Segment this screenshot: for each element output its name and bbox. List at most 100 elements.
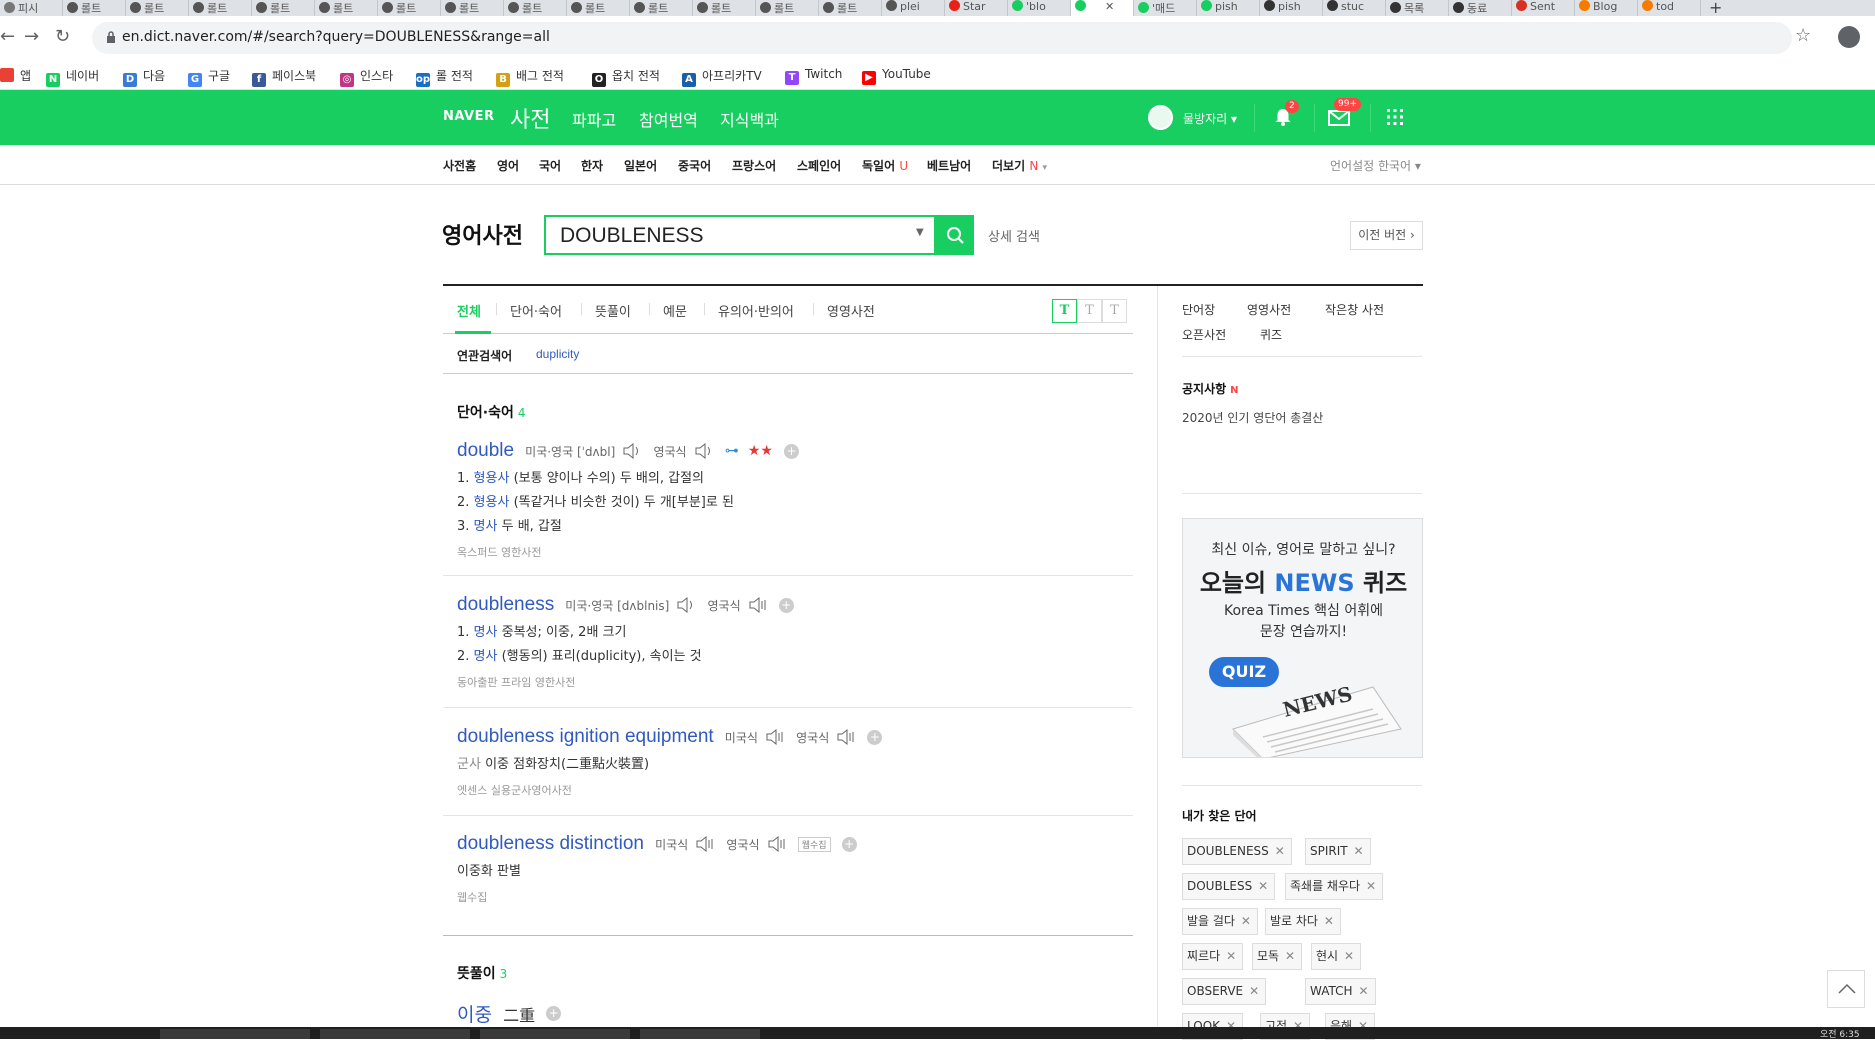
history-chip[interactable]: 찌르다 ✕: [1182, 943, 1244, 970]
browser-tab[interactable]: 롤트: [189, 0, 252, 16]
bookmark-star-icon[interactable]: ☆: [1795, 25, 1811, 46]
browser-tab[interactable]: plei: [882, 0, 945, 16]
remove-history-icon[interactable]: ✕: [1344, 944, 1354, 969]
history-chip[interactable]: DOUBLENESS ✕: [1182, 838, 1292, 865]
previous-version-button[interactable]: 이전 버전 ›: [1350, 221, 1423, 250]
nav-japanese[interactable]: 일본어: [624, 157, 657, 174]
history-chip[interactable]: SPIRIT ✕: [1305, 838, 1371, 865]
taskbar-app[interactable]: [480, 1029, 630, 1039]
browser-tab[interactable]: 피시: [0, 0, 63, 16]
speaker-icon[interactable]: [694, 443, 714, 459]
browser-tab[interactable]: stuc: [1323, 0, 1386, 16]
taskbar-app[interactable]: [160, 1029, 310, 1039]
bookmark-item[interactable]: N 네이버: [46, 67, 99, 87]
browser-tab[interactable]: ✕: [1071, 0, 1134, 16]
bookmark-item[interactable]: G 구글: [188, 67, 230, 87]
history-chip[interactable]: 족쇄를 채우다 ✕: [1285, 873, 1384, 900]
history-chip[interactable]: OBSERVE ✕: [1182, 978, 1267, 1005]
scroll-to-top-button[interactable]: [1827, 970, 1865, 1008]
bookmark-item[interactable]: ▶ YouTube: [862, 67, 931, 85]
browser-tab[interactable]: 'blo: [1008, 0, 1071, 16]
browser-tab[interactable]: 롤트: [252, 0, 315, 16]
language-setting[interactable]: 언어설정 한국어 ▾: [1330, 157, 1421, 174]
address-bar[interactable]: en.dict.naver.com/#/search?query=DOUBLEN…: [92, 22, 1792, 54]
taskbar-app[interactable]: [640, 1029, 760, 1039]
sidebar-link-open-dict[interactable]: 오픈사전: [1182, 326, 1226, 343]
nav-vietnamese[interactable]: 베트남어: [927, 157, 971, 174]
browser-tab[interactable]: '매드: [1134, 0, 1197, 16]
menu-knowledge[interactable]: 지식백과: [720, 107, 779, 131]
remove-history-icon[interactable]: ✕: [1324, 909, 1334, 934]
bookmark-item[interactable]: f 페이스북: [252, 67, 316, 87]
reload-icon[interactable]: ↻: [55, 26, 70, 47]
browser-tab[interactable]: 롤트: [63, 0, 126, 16]
browser-tab[interactable]: tod: [1638, 0, 1701, 16]
browser-tab[interactable]: Blog: [1575, 0, 1638, 16]
entry-source[interactable]: 엣센스 실용군사영어사전: [457, 782, 1133, 798]
bookmark-item[interactable]: D 다음: [123, 67, 165, 87]
speaker-icon[interactable]: [767, 836, 787, 852]
nav-more[interactable]: 더보기 N ▾: [992, 157, 1047, 174]
browser-tab[interactable]: Sent: [1512, 0, 1575, 16]
nav-german[interactable]: 독일어 U: [862, 157, 908, 174]
remove-history-icon[interactable]: ✕: [1241, 909, 1251, 934]
apps-grid-icon[interactable]: [1382, 104, 1408, 130]
sidebar-link-quiz[interactable]: 퀴즈: [1260, 326, 1282, 343]
profile-avatar[interactable]: [1838, 26, 1860, 48]
history-chip[interactable]: 현시 ✕: [1311, 943, 1362, 970]
speaker-icon[interactable]: [836, 729, 856, 745]
entry-word[interactable]: double: [457, 440, 514, 461]
sidebar-link-mini-dict[interactable]: 작은창 사전: [1325, 301, 1384, 318]
taskbar-app[interactable]: [320, 1029, 470, 1039]
browser-tab[interactable]: 롤트: [819, 0, 882, 16]
menu-translation[interactable]: 참여번역: [639, 107, 698, 131]
tab-example[interactable]: 예문: [663, 301, 687, 320]
related-keyword[interactable]: duplicity: [536, 347, 579, 361]
entry-source[interactable]: 옥스퍼드 영한사전: [457, 544, 1133, 560]
font-size-large-button[interactable]: T: [1102, 299, 1127, 323]
search-input[interactable]: [560, 223, 900, 249]
nav-french[interactable]: 프랑스어: [732, 157, 776, 174]
history-chip[interactable]: 모독 ✕: [1252, 943, 1303, 970]
nav-korean[interactable]: 국어: [539, 157, 561, 174]
browser-tab[interactable]: 동료: [1449, 0, 1512, 16]
speaker-icon[interactable]: [748, 597, 768, 613]
remove-history-icon[interactable]: ✕: [1249, 979, 1259, 1004]
speaker-icon[interactable]: [622, 443, 642, 459]
browser-tab[interactable]: pish: [1197, 0, 1260, 16]
browser-tab[interactable]: 롤트: [693, 0, 756, 16]
user-avatar[interactable]: [1148, 105, 1173, 130]
news-quiz-banner[interactable]: 최신 이슈, 영어로 말하고 싶니? 오늘의 NEWS 퀴즈 Korea Tim…: [1182, 518, 1423, 758]
chevron-down-icon[interactable]: ▼: [916, 227, 924, 238]
entry-word[interactable]: doubleness ignition equipment: [457, 726, 714, 747]
entry-word[interactable]: 이중: [457, 1005, 492, 1026]
notice-item[interactable]: 2020년 인기 영단어 총결산: [1182, 409, 1323, 426]
history-chip[interactable]: 발을 걸다 ✕: [1182, 908, 1258, 935]
nav-chinese[interactable]: 중국어: [678, 157, 711, 174]
history-chip[interactable]: 발로 차다 ✕: [1265, 908, 1341, 935]
browser-tab[interactable]: 롤트: [504, 0, 567, 16]
tab-en-en[interactable]: 영영사전: [827, 301, 875, 320]
entry-source[interactable]: 웹수집: [457, 889, 1133, 905]
user-name[interactable]: 물방자리 ▾: [1183, 110, 1237, 127]
browser-tab[interactable]: 롤트: [630, 0, 693, 16]
browser-tab[interactable]: 목록: [1386, 0, 1449, 16]
bookmark-item[interactable]: B 배그 전적: [496, 67, 564, 87]
detail-search-link[interactable]: 상세 검색: [988, 226, 1040, 245]
remove-history-icon[interactable]: ✕: [1258, 874, 1268, 899]
font-size-small-button[interactable]: T: [1052, 299, 1077, 323]
add-to-wordbook-icon[interactable]: +: [784, 443, 800, 459]
add-to-wordbook-icon[interactable]: +: [867, 729, 883, 745]
history-chip[interactable]: DOUBLESS ✕: [1182, 873, 1276, 900]
tab-synonym[interactable]: 유의어·반의어: [718, 301, 794, 320]
font-size-medium-button[interactable]: T: [1077, 299, 1102, 323]
tab-meaning[interactable]: 뜻풀이: [595, 301, 631, 320]
browser-tab[interactable]: 롤트: [567, 0, 630, 16]
add-to-wordbook-icon[interactable]: +: [546, 1006, 562, 1021]
bookmark-item[interactable]: 앱: [0, 67, 31, 84]
bookmark-item[interactable]: A 아프리카TV: [682, 67, 762, 87]
remove-history-icon[interactable]: ✕: [1275, 839, 1285, 864]
tab-all[interactable]: 전체: [457, 301, 481, 320]
remove-history-icon[interactable]: ✕: [1226, 944, 1236, 969]
remove-history-icon[interactable]: ✕: [1366, 874, 1376, 899]
